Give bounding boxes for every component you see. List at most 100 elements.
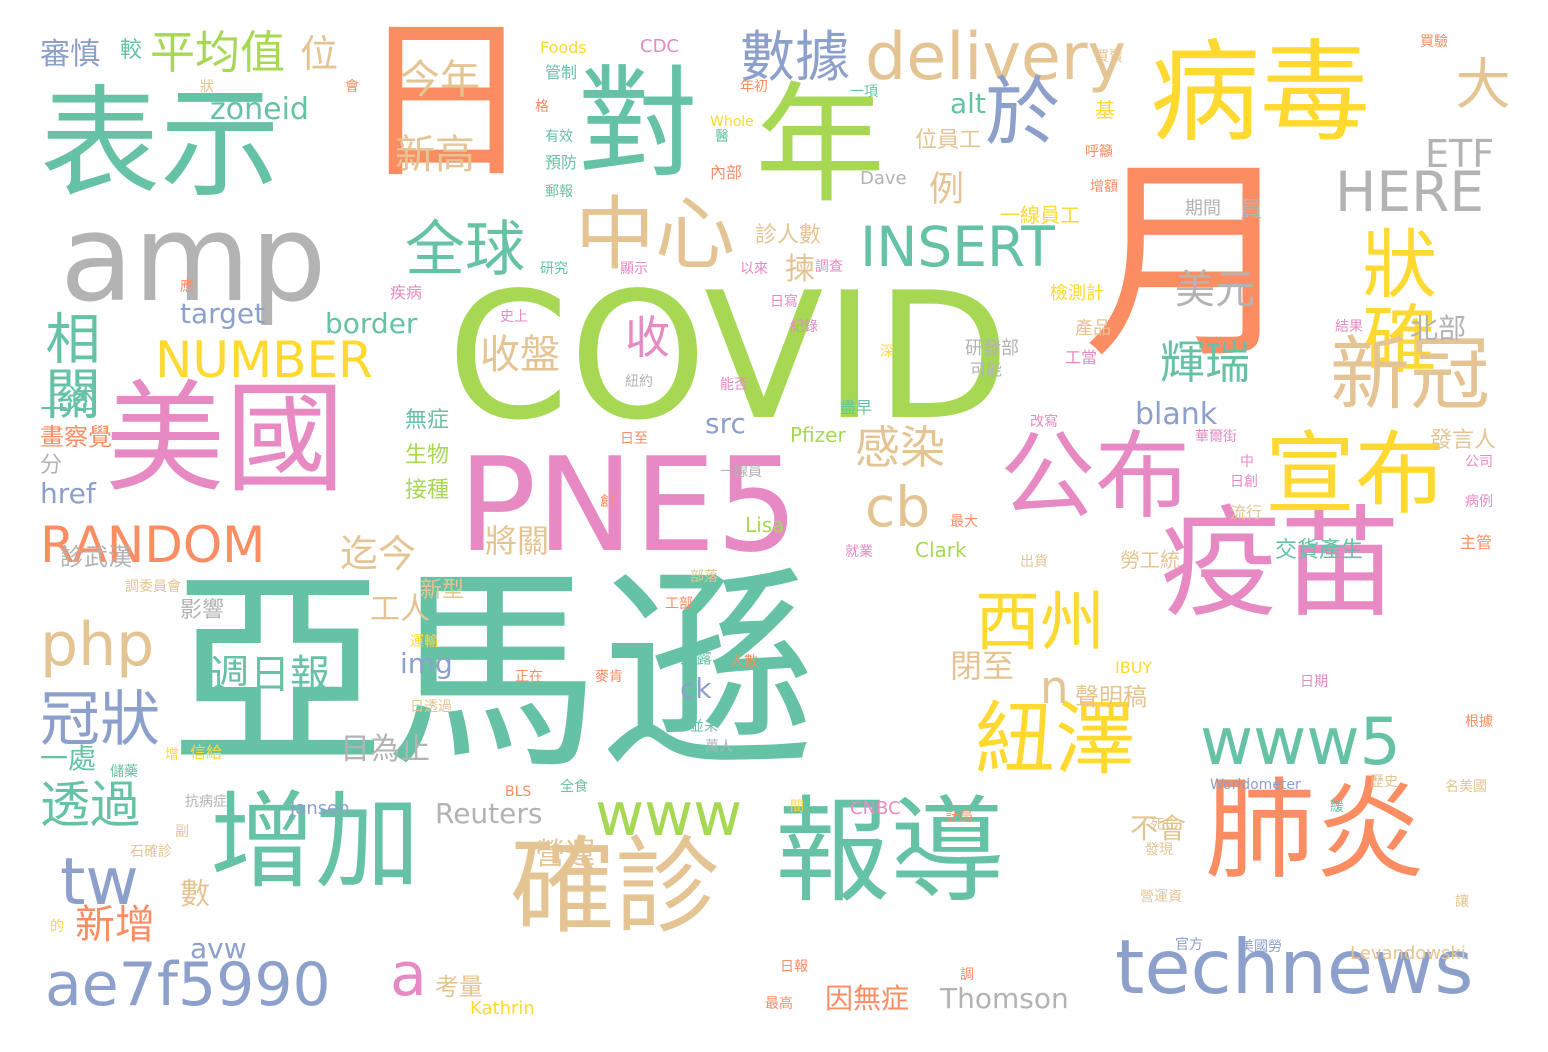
cloud-word: 日至 [620,431,648,447]
cloud-word: www5 [1200,705,1401,780]
cloud-word: 中 [1240,454,1254,470]
cloud-word: 官方 [1175,937,1203,953]
cloud-word: 深 [880,344,894,360]
cloud-word: 畫察覺 [40,423,112,451]
cloud-word: 病毒 [1150,29,1370,157]
cloud-word: 信給 [190,743,223,762]
cloud-word: 讓 [1455,894,1469,910]
cloud-word: zoneid [210,92,309,127]
cloud-word: 新型 [420,578,465,603]
cloud-word: 聲明稿 [1075,683,1147,711]
cloud-word: 位 [300,32,339,76]
cloud-word: Levandowski [1350,943,1466,964]
cloud-word: 的 [50,919,64,935]
cloud-word: Clark [915,538,967,562]
cloud-word: 透露 [680,648,713,667]
cloud-word: 最高 [765,996,793,1012]
cloud-word: 產品 [1075,318,1111,339]
cloud-word: 營運資 [1140,889,1182,905]
cloud-word: 週日報 [210,652,330,698]
cloud-word: 新冠 [1330,328,1490,421]
cloud-word: 歷史 [1370,774,1398,790]
cloud-word: 基 [1095,98,1115,122]
cloud-word: 間 [790,799,804,815]
cloud-word: 調 [960,967,974,983]
cloud-word: 華爾街 [1195,429,1237,445]
cloud-word: 最大 [950,514,978,530]
cloud-word: 根據 [1465,714,1493,730]
cloud-word: Lisa [745,513,785,537]
cloud-word: 創 [600,494,614,510]
cloud-word: 格 [535,99,549,115]
cloud-word: 調委員會 [125,579,181,595]
cloud-word: 運輸 [410,634,438,650]
cloud-word: 交貨產生 [1275,538,1364,563]
word-cloud: 亞馬遜 COVID 月 PNE5 表示日對年病毒 amp 美國 疫苗 增加 確診 報導 肺炎 公布 宣布 d… [0,0,1548,1052]
cloud-word: 應 [180,279,194,295]
cloud-word: Worldometer [1210,777,1301,793]
cloud-word: 儲藥 [110,764,138,780]
cloud-word: 美元 [1175,267,1255,313]
cloud-word: 盡早 [840,398,873,417]
cloud-word: IBUY [1115,658,1153,677]
cloud-word: 公司 [1465,454,1493,470]
cloud-word: 新增 [75,902,155,948]
cloud-word: technews [1115,923,1474,1011]
cloud-word: 檢測計 [1050,283,1104,304]
cloud-word: 計局 [945,809,973,825]
cloud-word: Jansen [290,798,350,819]
cloud-word: 透過 [40,776,140,834]
cloud-word: 收盤 [480,332,560,378]
cloud-word: 因無症 [825,982,910,1015]
cloud-word: 郵報 [545,184,573,200]
cloud-word: 閉至 [950,647,1015,685]
cloud-word: Whole [710,114,754,130]
cloud-word: border [325,307,418,340]
cloud-word: 全食 [560,779,588,795]
cloud-word: 迄今 [340,532,417,576]
cloud-word: 輝瑞 [1160,336,1251,389]
cloud-word: 一處 [40,742,97,775]
cloud-word: Thomson [940,982,1069,1015]
cloud-word: 位員工 [915,128,982,153]
cloud-word: 一線員工 [1000,203,1080,227]
cloud-word: 能否 [720,377,748,393]
cloud-word: 出貨 [1020,554,1048,570]
cloud-word: 感染 [855,421,946,474]
cloud-word: 正在 [515,669,543,685]
cloud-word: 緩 [1330,799,1344,815]
cloud-word: 上述 [40,382,97,415]
cloud-word: 美國勞 [1240,939,1282,955]
cloud-word: alt [950,87,986,120]
cloud-word: 影響 [180,598,225,623]
cloud-word: 以來 [740,261,768,277]
cloud-word: ETF [1425,132,1495,176]
cloud-word: 日創 [1230,474,1258,490]
cloud-word: 工當 [1065,348,1098,367]
cloud-word: href [40,477,96,510]
cloud-word: 平均值 [150,26,286,79]
cloud-word: CDC [640,36,679,57]
cloud-word: 日報 [780,959,808,975]
cloud-word: 調查 [815,259,843,275]
cloud-word: 全球 [405,215,525,285]
cloud-word: 揀 [785,252,815,287]
cloud-word: 例 [923,170,963,205]
cloud-word: 生物 [405,443,450,468]
cloud-word: www [595,780,743,850]
cloud-word: 主管 [1460,533,1493,552]
cloud-word: 結果 [1335,319,1363,335]
cloud-word: 考量 [435,973,483,1001]
cloud-word: avw [190,932,247,965]
cloud-word: 大 [1446,55,1510,110]
cloud-word: target [180,297,266,330]
cloud-word: 工部 [665,596,693,612]
cloud-word: n [1040,661,1069,714]
cloud-word: 部落 [690,569,718,585]
cloud-word: 改寫 [1030,414,1058,430]
cloud-word: 抗病症 [185,794,227,810]
cloud-word: 審慎 [40,37,100,72]
cloud-word: 副 [175,824,189,840]
cloud-word: 名美國 [1445,779,1487,795]
cloud-word: NUMBER [155,331,373,389]
